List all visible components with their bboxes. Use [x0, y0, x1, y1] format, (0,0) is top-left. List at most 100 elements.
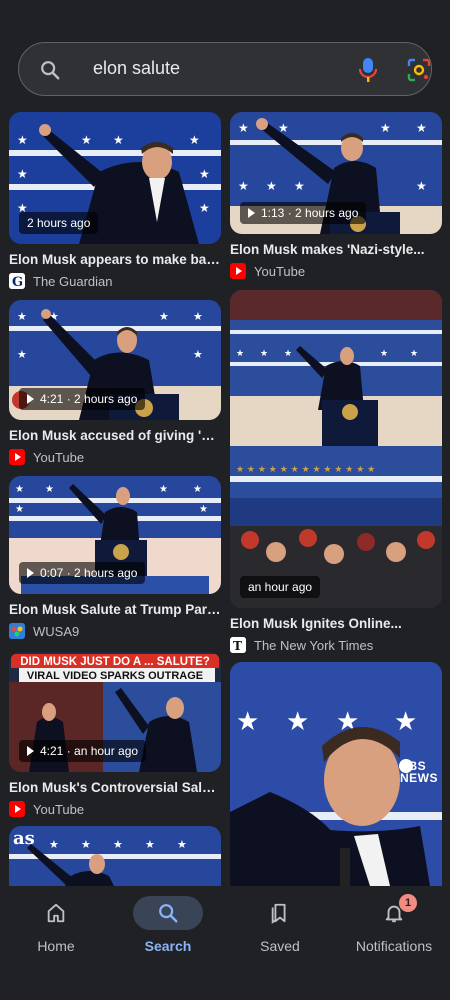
svg-text:★: ★ [193, 484, 202, 495]
result-thumbnail[interactable]: ★★★★★ ★★★★ 2 hours ago [9, 112, 221, 244]
result-card[interactable]: ★★★★★ ★★★★ 2 hours ago Elon Musk appears… [9, 112, 221, 290]
svg-text:★: ★ [236, 349, 244, 359]
svg-text:★: ★ [380, 349, 388, 359]
search-bar[interactable]: elon salute [18, 42, 432, 96]
result-source[interactable]: T The New York Times [230, 636, 442, 654]
svg-text:★: ★ [294, 179, 305, 193]
svg-text:★: ★ [193, 348, 203, 361]
result-thumbnail[interactable]: ★ ★ ★ ★ ★ ★ 4:21 · 2 hours ago [9, 300, 221, 420]
time-badge: an hour ago [240, 576, 321, 598]
video-badge: 0:07 · 2 hours ago [19, 562, 146, 584]
result-source[interactable]: YouTube [9, 448, 221, 466]
pbs-news-watermark: PBS NEWS [400, 759, 438, 785]
search-query[interactable]: elon salute [93, 58, 180, 79]
result-card[interactable]: ★ ★ ★ ★ ★ ★ ★ ★ 1:13 · 2 hours ago Elon Musk m… [230, 112, 442, 280]
result-source[interactable]: WUSA9 [9, 622, 221, 640]
svg-text:★: ★ [49, 838, 59, 851]
play-icon [27, 746, 34, 756]
result-card[interactable]: ★ ★ ★ ★ ★ ★ 0:07 · 2 hours ago Elon Musk Sal… [9, 476, 221, 640]
svg-text:★: ★ [238, 121, 249, 135]
svg-text:★: ★ [81, 838, 91, 851]
svg-text:★: ★ [81, 133, 92, 147]
svg-text:★: ★ [199, 504, 208, 515]
result-card[interactable]: ★ ★ ★ ★ ★ ★ ★ ★ ★ ★ ★ ★ ★ ★ ★ ★ ★ ★ an h… [230, 290, 442, 654]
lens-icon[interactable] [407, 58, 431, 82]
nav-item-notifications[interactable]: 1 Notifications [338, 894, 450, 954]
svg-text:★: ★ [380, 121, 391, 135]
result-title[interactable]: Elon Musk Salute at Trump Parade [9, 602, 221, 617]
result-thumbnail[interactable]: ★ ★ ★ ★ ★ ★ 0:07 · 2 hours ago [9, 476, 221, 594]
result-thumbnail[interactable]: ★ ★ ★ ★ ★ ★ ★ ★ 1:13 · 2 hours ago [230, 112, 442, 234]
svg-text:★: ★ [266, 179, 277, 193]
play-icon [27, 394, 34, 404]
svg-text:★: ★ [260, 349, 268, 359]
bottom-navigation: Home Search Saved 1 Notifications [0, 886, 450, 1000]
svg-text:★: ★ [236, 707, 259, 737]
play-icon [27, 568, 34, 578]
nyt-favicon-icon: T [230, 637, 246, 653]
guardian-favicon-icon: G [9, 273, 25, 290]
result-card[interactable]: DID MUSK JUST DO A ... SALUTE? VIRAL VID… [9, 652, 221, 818]
svg-text:★: ★ [189, 133, 200, 147]
nav-item-search[interactable]: Search [112, 896, 224, 954]
result-title[interactable]: Elon Musk Ignites Online... [230, 616, 442, 631]
result-thumbnail[interactable]: ★ ★ ★ ★ PBS NEWS [230, 662, 442, 886]
svg-text:★: ★ [286, 707, 309, 737]
result-title[interactable]: Elon Musk accused of giving 'Na... [9, 428, 221, 443]
svg-text:★: ★ [416, 121, 427, 135]
svg-text:★: ★ [159, 484, 168, 495]
svg-text:★: ★ [113, 133, 124, 147]
result-title[interactable]: Elon Musk makes 'Nazi-style... [230, 242, 442, 257]
result-thumbnail[interactable]: DID MUSK JUST DO A ... SALUTE? VIRAL VID… [9, 652, 221, 772]
youtube-favicon-icon [230, 263, 246, 279]
result-source[interactable]: YouTube [9, 800, 221, 818]
nav-item-saved[interactable]: Saved [224, 896, 336, 954]
overlay-text-line1: DID MUSK JUST DO A ... SALUTE? [20, 656, 210, 668]
nav-item-home[interactable]: Home [0, 896, 112, 954]
svg-text:★: ★ [193, 310, 203, 323]
svg-text:★: ★ [145, 838, 155, 851]
svg-text:★: ★ [238, 179, 249, 193]
svg-text:★: ★ [416, 179, 427, 193]
time-badge: 2 hours ago [19, 212, 99, 234]
svg-text:★: ★ [17, 310, 27, 323]
result-card[interactable]: ★ ★ ★ ★ ★ ★ 4:21 · 2 hours ago Elon Musk acc… [9, 300, 221, 466]
play-icon [248, 208, 255, 218]
nav-label-home: Home [37, 938, 75, 954]
result-card[interactable]: ★ ★ ★ ★ PBS NEWS [230, 662, 442, 886]
svg-text:★: ★ [284, 349, 292, 359]
svg-text:★: ★ [15, 504, 24, 515]
svg-text:★: ★ [199, 201, 210, 215]
svg-text:★: ★ [159, 310, 169, 323]
result-thumbnail[interactable]: ★ ★ ★ ★ ★ ★ ★ ★ ★ ★ ★ ★ ★ ★ ★ ★ ★ ★ an h… [230, 290, 442, 608]
nav-label-search: Search [144, 938, 192, 954]
search-icon [41, 61, 60, 80]
result-source[interactable]: YouTube [230, 262, 442, 280]
youtube-favicon-icon [9, 449, 25, 465]
svg-text:★ ★ ★ ★ ★ ★ ★ ★ ★ ★ ★ ★ ★: ★ ★ ★ ★ ★ ★ ★ ★ ★ ★ ★ ★ ★ [236, 465, 375, 475]
svg-text:★: ★ [410, 349, 418, 359]
svg-text:★: ★ [15, 484, 24, 495]
video-badge: 1:13 · 2 hours ago [240, 202, 367, 224]
video-badge: 4:21 · an hour ago [19, 740, 147, 762]
search-icon [159, 904, 178, 923]
svg-text:★: ★ [17, 167, 28, 181]
svg-text:★: ★ [177, 838, 187, 851]
result-title[interactable]: Elon Musk's Controversial Salut... [9, 780, 221, 795]
mic-icon[interactable] [357, 57, 379, 83]
overlay-text-line2: VIRAL VIDEO SPARKS OUTRAGE [27, 670, 203, 682]
result-title[interactable]: Elon Musk appears to make bac... [9, 252, 221, 267]
svg-text:★: ★ [199, 167, 210, 181]
youtube-favicon-icon [9, 801, 25, 817]
svg-text:★: ★ [45, 484, 54, 495]
video-badge: 4:21 · 2 hours ago [19, 388, 146, 410]
nav-label-saved: Saved [260, 938, 300, 954]
svg-text:T: T [233, 639, 242, 653]
svg-text:★: ★ [113, 838, 123, 851]
svg-text:★: ★ [17, 133, 28, 147]
svg-text:★: ★ [394, 707, 417, 737]
notification-count-badge: 1 [399, 894, 417, 912]
bookmark-icon [271, 903, 286, 924]
result-source[interactable]: G The Guardian [9, 272, 221, 290]
svg-text:★: ★ [17, 348, 27, 361]
